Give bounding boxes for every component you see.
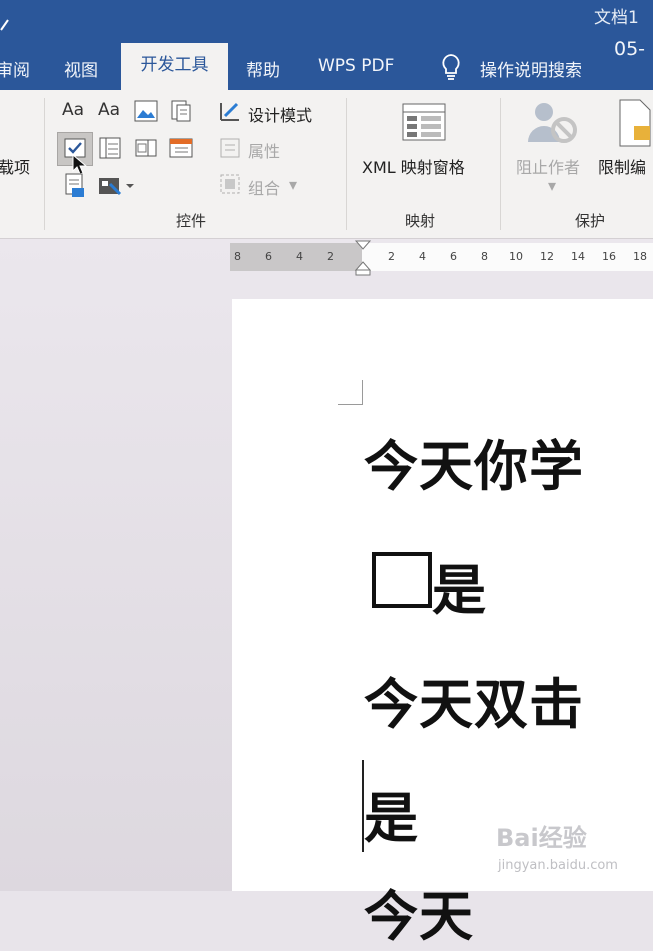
block-authors-icon	[528, 103, 577, 143]
combo-box-control-icon[interactable]	[98, 136, 122, 160]
ruler-tick: 10	[509, 250, 523, 263]
dropdown-list-control-icon[interactable]	[134, 136, 158, 160]
restrict-editing-icon[interactable]	[616, 98, 653, 148]
ruler-tick: 2	[388, 250, 395, 263]
document-line-4: 是	[364, 787, 419, 850]
tab-developer[interactable]: 开发工具	[121, 43, 228, 90]
plain-text-control-icon[interactable]: Aa	[98, 100, 120, 120]
ribbon-separator	[500, 98, 501, 230]
properties-icon	[220, 138, 240, 158]
design-mode-button[interactable]: 设计模式	[248, 102, 312, 126]
properties-button[interactable]: 属性	[248, 138, 280, 162]
ruler-tick: 8	[481, 250, 488, 263]
controls-group-label: 控件	[176, 212, 207, 230]
chevron-down-icon: ▾	[289, 175, 298, 194]
repeating-section-control-icon[interactable]	[62, 172, 88, 198]
horizontal-ruler[interactable]: 8 6 4 2 2 4 6 8 10 12 14 16 18	[230, 240, 653, 276]
ruler-tick: 18	[633, 250, 647, 263]
restrict-editing-button[interactable]: 限制编	[598, 154, 646, 178]
tab-view[interactable]: 视图	[64, 56, 98, 81]
ribbon-separator	[44, 98, 45, 230]
rich-text-control-icon[interactable]: Aa	[62, 100, 84, 120]
ribbon: 载项 Aa Aa 设计模式 属性 组合 ▾ 控件 XML 映射窗格 映射 阻止作…	[0, 90, 653, 239]
ruler-tick: 4	[296, 250, 303, 263]
tab-review[interactable]: 审阅	[0, 56, 30, 81]
tab-wps-pdf[interactable]: WPS PDF	[318, 56, 394, 76]
margin-corner-mark	[338, 380, 363, 405]
document-line-1: 今天你学	[364, 435, 584, 498]
group-icon	[220, 174, 240, 194]
ruler-tick: 6	[450, 250, 457, 263]
pen-icon	[0, 19, 9, 31]
protect-group-label: 保护	[575, 212, 606, 230]
building-block-icon[interactable]	[170, 99, 192, 123]
xml-mapping-pane-button[interactable]: XML 映射窗格	[362, 154, 465, 178]
tell-me-search[interactable]: 操作说明搜索	[480, 56, 582, 81]
mapping-group-label: 映射	[405, 212, 436, 230]
lightbulb-icon[interactable]	[440, 53, 462, 81]
date-fragment: 05-	[614, 38, 646, 60]
date-picker-control-icon[interactable]	[168, 136, 194, 160]
checkbox-content-control[interactable]	[372, 552, 432, 608]
picture-control-icon[interactable]	[134, 100, 158, 122]
watermark-brand: Bai经验	[496, 824, 587, 852]
document-line-2: 是	[432, 559, 487, 622]
ruler-tick: 6	[265, 250, 272, 263]
ruler-tick: 14	[571, 250, 585, 263]
design-mode-icon[interactable]	[219, 100, 243, 122]
legacy-tools-icon[interactable]	[96, 174, 136, 198]
ruler-tick: 8	[234, 250, 241, 263]
ruler-tick: 2	[327, 250, 334, 263]
document-line-5: 今天	[364, 885, 474, 948]
title-bar: 文档1 审阅 视图 开发工具 帮助 WPS PDF 操作说明搜索 05-	[0, 0, 653, 90]
indent-marker-icon[interactable]	[355, 240, 371, 276]
block-authors-button[interactable]: 阻止作者	[516, 154, 580, 178]
xml-mapping-pane-icon[interactable]	[401, 102, 447, 142]
ribbon-separator	[346, 98, 347, 230]
ruler-tick: 4	[419, 250, 426, 263]
add-ins-button[interactable]: 载项	[0, 154, 30, 178]
chevron-down-icon: ▾	[548, 176, 557, 195]
group-button[interactable]: 组合	[248, 175, 280, 199]
document-line-3: 今天双击	[364, 673, 584, 736]
ruler-tick: 16	[602, 250, 616, 263]
document-title: 文档1	[594, 8, 639, 28]
ruler-tick: 12	[540, 250, 554, 263]
watermark-url: jingyan.baidu.com	[498, 858, 618, 873]
tab-help[interactable]: 帮助	[246, 56, 280, 81]
